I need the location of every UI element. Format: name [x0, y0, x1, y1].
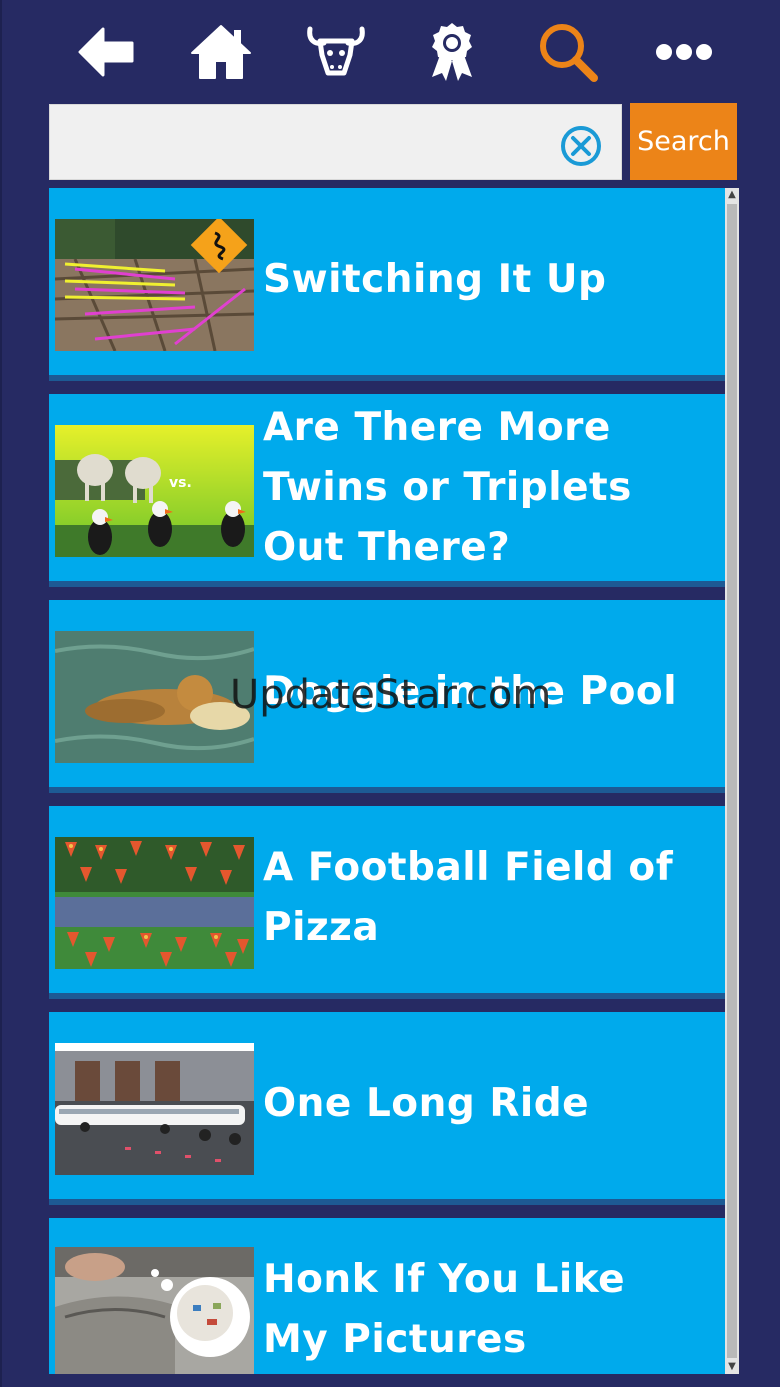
story-card[interactable]: A Football Field of Pizza [49, 806, 725, 999]
story-thumbnail: vs. [55, 425, 254, 557]
story-title: A Football Field of Pizza [263, 845, 674, 950]
scrollbar[interactable]: ▲ ▼ [725, 188, 739, 1374]
story-thumbnail [55, 1247, 254, 1374]
story-thumbnail [55, 1043, 254, 1175]
search-button[interactable]: Search [630, 103, 737, 180]
scroll-up-arrow[interactable]: ▲ [725, 188, 739, 202]
search-nav-button[interactable] [532, 18, 604, 86]
story-title: Honk If You Like My Pictures [263, 1257, 626, 1362]
back-arrow-icon [78, 27, 134, 77]
story-card[interactable]: Doggie in the Pool [49, 600, 725, 793]
story-title: Are There More Twins or Triplets Out The… [263, 405, 632, 570]
more-button[interactable] [648, 18, 720, 86]
story-card[interactable]: Switching It Up [49, 188, 725, 381]
search-box [49, 104, 622, 180]
story-thumbnail [55, 219, 254, 351]
search-input[interactable] [60, 115, 550, 171]
story-card[interactable]: One Long Ride [49, 1012, 725, 1205]
story-title: Doggie in the Pool [263, 669, 678, 714]
story-title: One Long Ride [263, 1081, 590, 1126]
top-nav [2, 0, 780, 104]
bull-button[interactable] [300, 18, 372, 86]
award-ribbon-icon [432, 23, 472, 81]
awards-button[interactable] [416, 18, 488, 86]
story-card[interactable]: Honk If You Like My Pictures [49, 1218, 725, 1374]
story-thumbnail [55, 631, 254, 763]
back-button[interactable] [70, 18, 142, 86]
story-title: Switching It Up [263, 257, 607, 302]
story-list: Switching It Up vs. Are There More Twins… [49, 188, 725, 1374]
story-thumbnail [55, 837, 254, 969]
story-card[interactable]: vs. Are There More Twins or Triplets Out… [49, 394, 725, 587]
clear-icon [561, 126, 601, 166]
home-icon [191, 25, 251, 79]
clear-search-button[interactable] [560, 125, 602, 167]
search-icon [540, 24, 598, 82]
bull-icon [307, 26, 365, 76]
scroll-thumb[interactable] [727, 204, 737, 1358]
more-icon [656, 44, 712, 60]
svg-text:vs.: vs. [169, 475, 192, 491]
home-button[interactable] [185, 18, 257, 86]
app-window: Search Switching It Up vs. Are There Mor… [0, 0, 780, 1387]
scroll-down-arrow[interactable]: ▼ [725, 1360, 739, 1374]
